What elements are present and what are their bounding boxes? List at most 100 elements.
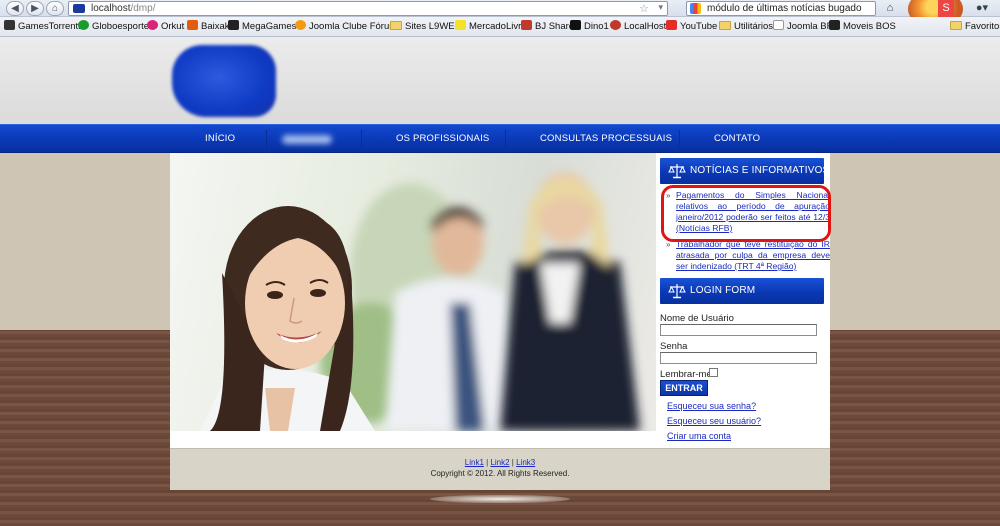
bjshare-icon (521, 20, 532, 30)
url-path: /dmp/ (130, 3, 156, 14)
username-label: Nome de Usuário (660, 313, 734, 324)
remember-checkbox[interactable] (709, 368, 718, 377)
news-module-title: NOTÍCIAS E INFORMATIVOS (690, 165, 830, 176)
bookmark-label: Globoesporte (92, 21, 150, 32)
bookmark-megagames[interactable]: MegaGames (228, 20, 296, 34)
dino1-icon (570, 20, 581, 30)
footer-separator: | (511, 458, 514, 467)
login-button[interactable]: ENTRAR (660, 380, 708, 396)
footer: Link1 | Link2 | Link3 Copyright © 2012. … (170, 448, 830, 490)
create-account-link[interactable]: Criar uma conta (667, 431, 731, 441)
localhost-icon (610, 20, 621, 30)
bookmark-dino1[interactable]: Dino1 (570, 20, 609, 34)
gamestorrents-icon (4, 20, 15, 30)
bookmark-localhost[interactable]: LocalHost (610, 20, 666, 34)
nav-item-blurred[interactable] (282, 135, 332, 144)
username-input[interactable] (660, 324, 817, 336)
bookmark-mercadolivre[interactable]: MercadoLivre (455, 20, 527, 34)
bookmark-globoesporte[interactable]: Globoesporte (78, 20, 149, 34)
bookmark-label: MercadoLivre (469, 21, 527, 32)
nav-os-profissionais[interactable]: OS PROFISSIONAIS (396, 125, 489, 154)
nav-separator (679, 130, 680, 149)
folder-icon (390, 21, 402, 30)
bookmark-joomla-clube[interactable]: Joomla Clube Fórum (295, 20, 397, 34)
bookmarks-toolbar: GamesTorrents Globoesporte Orkut Baixaki… (0, 17, 1000, 37)
bookmark-label: Sites L9WEB (405, 21, 461, 32)
site-logo-blurred[interactable] (172, 45, 276, 117)
back-button[interactable]: ◀ (6, 1, 24, 16)
menu-icon[interactable]: ●▾ (972, 0, 992, 17)
nav-inicio[interactable]: INÍCIO (205, 125, 235, 154)
bookmark-label: GamesTorrents (18, 21, 83, 32)
bookmark-label: Utilitários (734, 21, 774, 32)
page-favicon-icon (73, 4, 85, 13)
footer-link-1[interactable]: Link1 (465, 458, 484, 467)
nav-consultas-processuais[interactable]: CONSULTAS PROCESSUAIS (540, 125, 672, 154)
search-engine-icon[interactable] (690, 3, 701, 14)
address-bar-url[interactable]: localhost/dmp/ (91, 3, 155, 14)
bookmark-moveis-bos[interactable]: Moveis BOS (829, 20, 896, 34)
news-item[interactable]: » Trabalhador que teve restituição do IR… (666, 239, 830, 272)
login-module-title: LOGIN FORM (690, 285, 756, 296)
bookmark-label: LocalHost (624, 21, 667, 32)
footer-link-2[interactable]: Link2 (490, 458, 509, 467)
bookmark-utilitarios[interactable]: Utilitários (719, 20, 773, 34)
addon-icon[interactable]: S (938, 0, 954, 17)
nav-separator (361, 130, 362, 149)
bookmark-gamestorrents[interactable]: GamesTorrents (4, 20, 83, 34)
baixaki-icon (187, 20, 198, 30)
url-host: localhost (91, 3, 131, 14)
password-label: Senha (660, 341, 688, 352)
search-bar[interactable]: módulo de últimas notícias bugado (686, 1, 876, 16)
red-highlight-annotation (661, 185, 831, 242)
search-input[interactable]: módulo de últimas notícias bugado (707, 3, 862, 14)
moveis-bos-icon (829, 20, 840, 30)
nav-contato[interactable]: CONTATO (714, 125, 760, 154)
megagames-icon (228, 20, 239, 30)
footer-separator: | (486, 458, 489, 467)
bookmark-label: Dino1 (584, 21, 609, 32)
joomla-icon (295, 20, 306, 30)
bookmark-bj-share[interactable]: BJ Share (521, 20, 574, 34)
remember-label: Lembrar-me (660, 369, 712, 380)
scales-of-justice-icon (668, 164, 686, 179)
hero-photo-illustration (200, 172, 640, 431)
browser-navigation-bar: ◀ ▶ ⌂ localhost/dmp/ ☆ ▾ módulo de últim… (0, 0, 1000, 28)
scales-of-justice-icon (668, 284, 686, 299)
hero-photo (170, 153, 656, 431)
nav-separator (266, 130, 267, 149)
footer-links: Link1 | Link2 | Link3 (170, 458, 830, 467)
bookmark-orkut[interactable]: Orkut (147, 20, 184, 34)
site-identity-icon[interactable]: ⌂ (46, 1, 64, 16)
copyright-text: Copyright © 2012. All Rights Reserved. (430, 469, 570, 478)
bookmark-star-icon[interactable]: ☆ (639, 2, 649, 15)
forgot-username-link[interactable]: Esqueceu seu usuário? (667, 416, 761, 426)
main-navigation: INÍCIO OS PROFISSIONAIS CONSULTAS PROCES… (0, 124, 1000, 153)
bookmark-label: MegaGames (242, 21, 297, 32)
footer-light-glow (430, 495, 570, 503)
login-module-header: LOGIN FORM (660, 278, 824, 304)
globoesporte-icon (78, 20, 89, 30)
footer-link-3[interactable]: Link3 (516, 458, 535, 467)
bookmark-label: Moveis BOS (843, 21, 896, 32)
bookmark-label: BJ Share (535, 21, 575, 32)
bookmark-baixaki[interactable]: Baixaki (187, 20, 232, 34)
password-input[interactable] (660, 352, 817, 364)
page-icon (773, 20, 784, 30)
bookmark-label: Joomla BR (787, 21, 834, 32)
bookmark-favoritos[interactable]: Favoritos (950, 20, 1000, 34)
news-module-header: NOTÍCIAS E INFORMATIVOS (660, 158, 829, 184)
history-dropdown-icon[interactable]: ▾ (658, 2, 663, 13)
folder-icon (950, 21, 962, 30)
bookmark-label: Joomla Clube Fórum (309, 21, 398, 32)
bookmark-sites-l9web[interactable]: Sites L9WEB (390, 20, 461, 34)
forgot-password-link[interactable]: Esqueceu sua senha? (667, 401, 756, 411)
home-icon[interactable]: ⌂ (880, 0, 900, 17)
forward-button[interactable]: ▶ (26, 1, 44, 16)
bookmark-label: YouTube (680, 21, 718, 32)
news-item-link[interactable]: Trabalhador que teve restituição do IR a… (666, 239, 830, 272)
bookmark-youtube[interactable]: YouTube (666, 20, 717, 34)
address-bar[interactable]: localhost/dmp/ ☆ ▾ (68, 1, 668, 16)
bookmark-joomla-br[interactable]: Joomla BR (773, 20, 833, 34)
nav-separator (505, 130, 506, 149)
